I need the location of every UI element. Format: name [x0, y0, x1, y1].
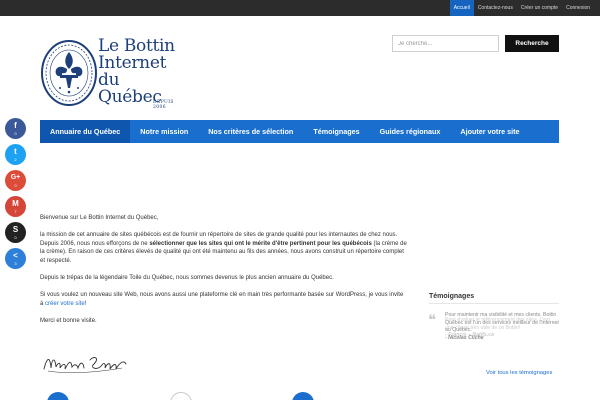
mission-paragraph: la mission de cet annuaire de sites québ… — [40, 232, 407, 264]
nav-guides[interactable]: Guides régionaux — [370, 120, 451, 143]
top-bar: Accueil Contactez-nous Créer un compte C… — [0, 0, 600, 16]
mission-highlight: sélectionner que les sites qui ont le mé… — [149, 240, 372, 247]
top-nav-login[interactable]: Connexion — [562, 0, 594, 16]
nav-temoignages[interactable]: Témoignages — [303, 120, 369, 143]
twitter-share-button[interactable]: t 2 — [5, 144, 26, 165]
history-paragraph: Depuis le trépas de la légendaire Toile … — [40, 274, 334, 281]
search-input[interactable] — [392, 35, 499, 52]
greeting: Bienvenue sur Le Bottin Internet du Québ… — [40, 215, 159, 221]
closing-text: Merci et bonne visite. — [40, 317, 97, 324]
wordpress-paragraph: Si vous voulez un nouveau site Web, nous… — [40, 292, 404, 307]
sidebar-divider — [429, 303, 559, 304]
facebook-share-count: 0 — [14, 131, 17, 136]
testimonials-heading: Témoignages — [429, 293, 475, 300]
top-nav-home[interactable]: Accueil — [449, 0, 474, 16]
site-logo[interactable]: Le Bottin Internet du Québec DEPUIS 2006 — [40, 38, 180, 110]
main-nav: Annuaire du Québec Notre mission Nos cri… — [40, 120, 559, 143]
twitter-share-count: 2 — [14, 157, 17, 162]
google-plus-icon: G+ — [10, 174, 21, 181]
stumbleupon-icon: S — [12, 225, 19, 234]
top-nav-create-account[interactable]: Créer un compte — [517, 0, 562, 16]
feature-icon-2 — [170, 392, 192, 400]
email-icon: M — [12, 199, 19, 208]
logo-wordmark: Le Bottin Internet du Québec — [98, 38, 180, 106]
create-site-link[interactable]: créer votre site — [45, 301, 85, 307]
facebook-share-button[interactable]: f 0 — [5, 118, 26, 139]
share-count: 3 — [14, 261, 17, 266]
nav-mission[interactable]: Notre mission — [130, 120, 198, 143]
google-plus-share-count: 0 — [14, 183, 17, 188]
share-button[interactable]: < 3 — [5, 248, 26, 269]
share-icon: < — [13, 251, 18, 260]
nav-annuaire[interactable]: Annuaire du Québec — [40, 120, 131, 143]
email-share-button[interactable]: M 7 — [5, 196, 26, 217]
testimonial-2-text: Pour évaluer le référencement des sites,… — [445, 317, 551, 331]
nav-criteres[interactable]: Nos critères de sélection — [198, 120, 303, 143]
main-content: Bienvenue sur Le Bottin Internet du Québ… — [40, 214, 408, 334]
top-nav: Accueil Contactez-nous Créer un compte C… — [449, 0, 594, 16]
nav-ajouter-site[interactable]: Ajouter votre site — [450, 120, 529, 143]
stumbleupon-share-button[interactable]: S 0 — [5, 222, 26, 243]
testimonial-2-author: - Francis – Natifs.ca — [445, 332, 495, 339]
logo-since: DEPUIS 2006 — [153, 100, 174, 110]
testimonial-2: Pour évaluer le référencement des sites,… — [445, 317, 559, 340]
stumbleupon-share-count: 0 — [14, 235, 17, 240]
feature-icon-1 — [47, 392, 69, 400]
fleur-de-lis-seal-icon — [41, 40, 97, 106]
email-share-count: 7 — [14, 209, 17, 214]
facebook-icon: f — [14, 121, 17, 130]
google-plus-share-button[interactable]: G+ 0 — [5, 170, 26, 191]
feature-icon-3 — [292, 392, 314, 400]
twitter-icon: t — [14, 147, 17, 156]
see-all-testimonials-link[interactable]: Voir tous les témoignages — [486, 370, 552, 376]
signature-icon — [43, 357, 127, 373]
quote-icon: ❝ — [428, 311, 437, 329]
top-nav-contact[interactable]: Contactez-nous — [474, 0, 517, 16]
search-button[interactable]: Recherche — [505, 35, 559, 52]
